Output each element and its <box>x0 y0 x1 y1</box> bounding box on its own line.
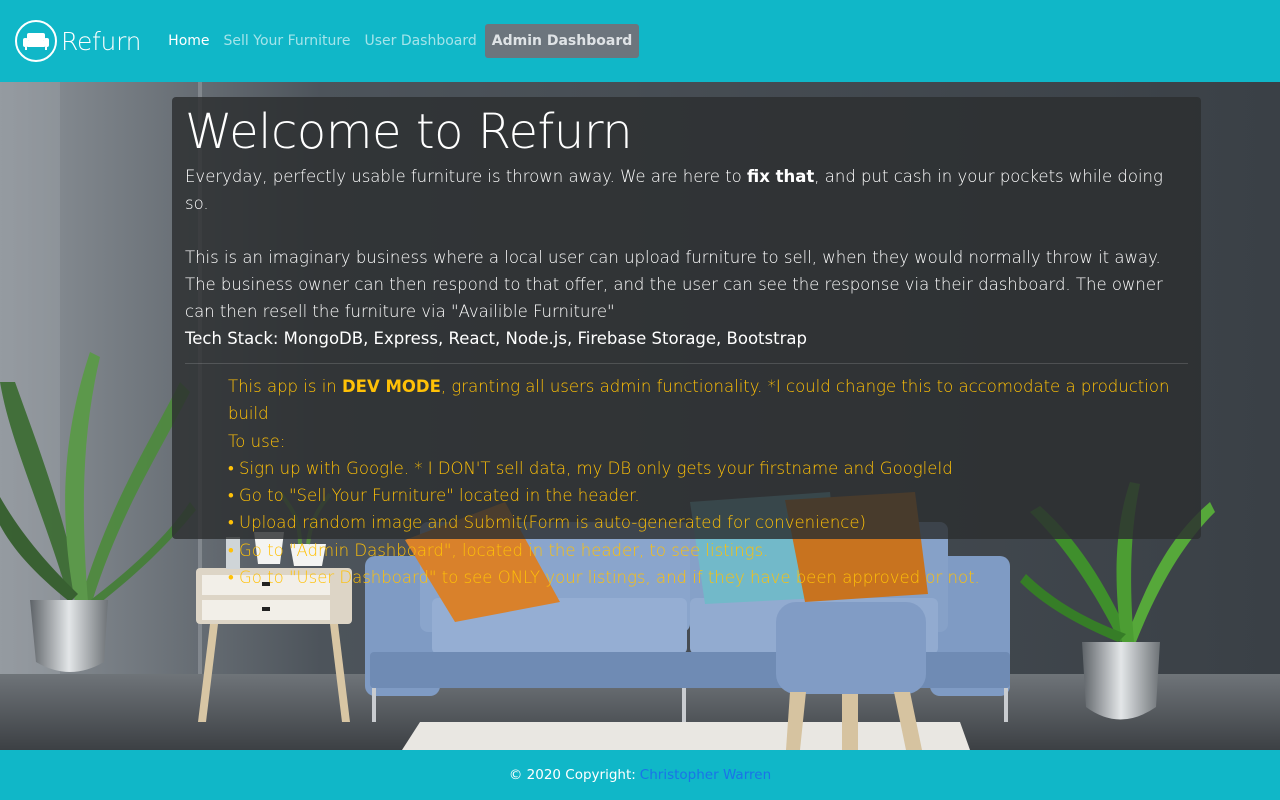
footer: © 2020 Copyright: Christopher Warren <box>0 750 1280 800</box>
navbar: Refurn Home Sell Your Furniture User Das… <box>0 0 1280 82</box>
nav-home-link[interactable]: Home <box>161 25 216 57</box>
nav-sell-link[interactable]: Sell Your Furniture <box>217 25 358 57</box>
sofa-icon <box>15 20 57 62</box>
nav-links: Home Sell Your Furniture User Dashboard … <box>161 24 640 58</box>
dev-mode-text-start: This app is in <box>228 377 342 396</box>
intro-text: Everyday, perfectly usable furniture is … <box>185 163 1188 217</box>
dev-mode-label: DEV MODE <box>341 377 441 396</box>
business-description: This is an imaginary business where a lo… <box>185 248 1163 321</box>
intro-text-start: Everyday, perfectly usable furniture is … <box>185 167 747 186</box>
author-link[interactable]: Christopher Warren <box>640 767 771 783</box>
nav-admin-dashboard-button[interactable]: Admin Dashboard <box>484 24 640 58</box>
brand-name: Refurn <box>61 26 142 56</box>
instruction-step: • Upload random image and Submit(Form is… <box>228 513 866 533</box>
instruction-step: • Go to "Sell Your Furniture" located in… <box>228 486 640 506</box>
divider <box>185 363 1188 364</box>
instruction-step: • Go to "Admin Dashboard", located in th… <box>228 540 769 560</box>
brand-link[interactable]: Refurn <box>15 20 141 62</box>
dev-mode-text: This app is in DEV MODE, granting all us… <box>228 373 1188 428</box>
welcome-jumbotron: Welcome to Refurn Everyday, perfectly us… <box>172 97 1201 587</box>
copyright-text: © 2020 Copyright: <box>508 767 636 783</box>
tech-stack: Tech Stack: MongoDB, Express, React, Nod… <box>185 329 807 348</box>
dev-mode-notice: This app is in DEV MODE, granting all us… <box>185 373 1188 591</box>
page-title: Welcome to Refurn <box>185 104 633 160</box>
intro-text-emphasis: fix that <box>747 167 815 186</box>
instruction-step: • Go to "User Dashboard" to see ONLY you… <box>228 568 980 588</box>
nav-user-dashboard-link[interactable]: User Dashboard <box>357 25 483 57</box>
instruction-step: • Sign up with Google. * I DON'T sell da… <box>228 458 953 478</box>
to-use-heading: To use: <box>228 431 286 451</box>
